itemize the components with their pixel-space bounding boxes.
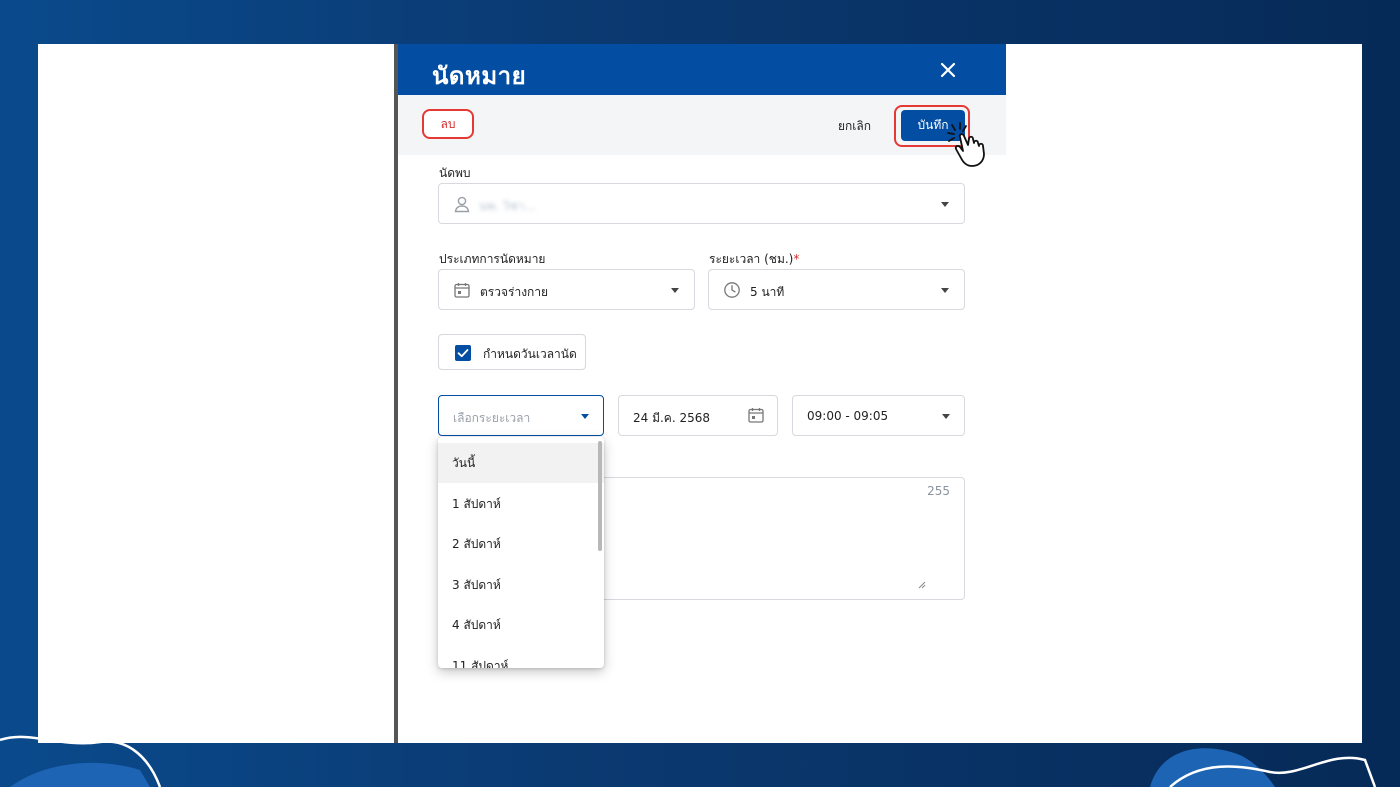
time-value: 09:00 - 09:05 xyxy=(807,409,889,423)
user-icon xyxy=(454,196,470,213)
dropdown-option[interactable]: 4 สัปดาห์ xyxy=(438,605,604,645)
time-select[interactable]: 09:00 - 09:05 xyxy=(792,395,965,436)
type-value: ตรวจร่างกาย xyxy=(480,285,549,299)
range-dropdown-menu: วันนี้ 1 สัปดาห์ 2 สัปดาห์ 3 สัปดาห์ 4 ส… xyxy=(438,437,604,668)
date-input[interactable]: 24 มี.ค. 2568 xyxy=(618,395,778,436)
clock-icon xyxy=(724,282,740,298)
dropdown-option[interactable]: 2 สัปดาห์ xyxy=(438,524,604,564)
cancel-button[interactable]: ยกเลิก xyxy=(838,117,871,136)
dropdown-option[interactable]: 1 สัปดาห์ xyxy=(438,484,604,524)
delete-button[interactable]: ลบ xyxy=(422,109,474,139)
close-icon[interactable] xyxy=(936,58,960,82)
set-datetime-checkbox[interactable] xyxy=(455,345,471,361)
dropdown-option[interactable]: วันนี้ xyxy=(438,443,604,483)
duration-value: 5 นาที xyxy=(750,285,785,299)
type-select[interactable]: ตรวจร่างกาย xyxy=(438,269,695,310)
action-bar: ลบ ยกเลิก บันทึก xyxy=(398,95,1006,167)
set-datetime-label: กำหนดวันเวลานัด xyxy=(483,347,577,361)
chevron-down-icon xyxy=(581,414,589,419)
required-mark: * xyxy=(793,252,800,266)
range-placeholder: เลือกระยะเวลา xyxy=(453,411,531,425)
meet-value: นพ. วิชา... xyxy=(479,199,536,213)
resize-handle-icon[interactable] xyxy=(918,581,926,589)
range-select[interactable]: เลือกระยะเวลา xyxy=(438,395,604,436)
char-counter: 255 xyxy=(927,484,950,498)
chevron-down-icon xyxy=(671,288,679,293)
set-datetime-toggle[interactable]: กำหนดวันเวลานัด xyxy=(438,334,586,370)
type-label: ประเภทการนัดหมาย xyxy=(439,252,546,266)
modal-title: นัดหมาย xyxy=(432,62,527,90)
calendar-icon[interactable] xyxy=(747,406,765,424)
duration-label: ระยะเวลา (ชม.)* xyxy=(709,250,799,269)
dropdown-option[interactable]: 11 สัปดาห์ xyxy=(438,646,604,668)
meet-label: นัดพบ xyxy=(439,166,471,180)
dropdown-scrollbar[interactable] xyxy=(598,441,602,551)
duration-select[interactable]: 5 นาที xyxy=(708,269,965,310)
appointment-modal: นัดหมาย ลบ ยกเลิก บันทึก นัดพบ นพ. วิชา.… xyxy=(398,44,1006,743)
calendar-icon xyxy=(454,283,470,298)
meet-select[interactable]: นพ. วิชา... xyxy=(438,183,965,224)
pointer-hand-icon xyxy=(947,122,985,167)
modal-header: นัดหมาย xyxy=(398,44,1006,95)
check-icon xyxy=(457,349,469,358)
duration-label-text: ระยะเวลา (ชม.) xyxy=(709,252,794,266)
chevron-down-icon xyxy=(941,288,949,293)
date-value: 24 มี.ค. 2568 xyxy=(633,411,711,425)
dropdown-option[interactable]: 3 สัปดาห์ xyxy=(438,565,604,605)
chevron-down-icon xyxy=(942,414,950,419)
chevron-down-icon xyxy=(941,202,949,207)
